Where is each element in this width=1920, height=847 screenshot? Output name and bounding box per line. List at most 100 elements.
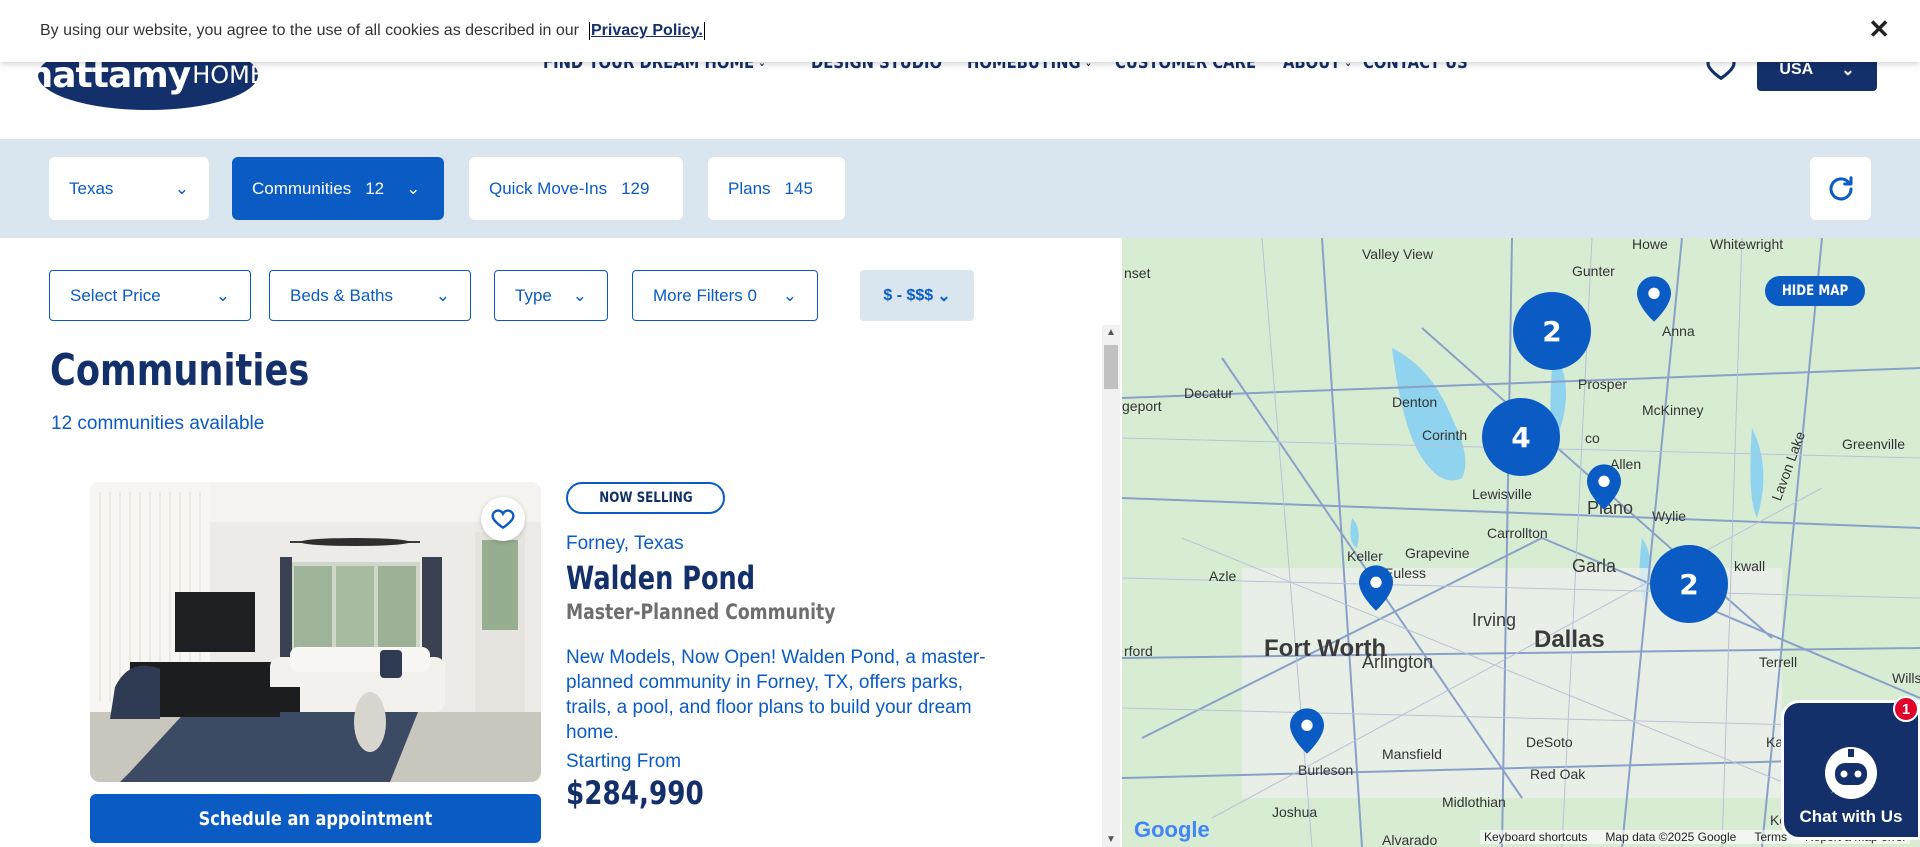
beds-baths-select[interactable]: Beds & Baths ⌄ (269, 270, 471, 321)
map-label: Prosper (1578, 376, 1628, 392)
results-count: 12 communities available (51, 413, 265, 434)
cookie-text: By using our website, you agree to the u… (40, 22, 579, 39)
map-label: Mansfield (1382, 746, 1442, 762)
map-label: geport (1122, 398, 1162, 414)
tab-communities[interactable]: Communities 12 ⌄ (232, 157, 444, 220)
page-title: Communities (50, 345, 310, 396)
community-photo[interactable] (90, 482, 541, 782)
scrollbar-thumb[interactable] (1104, 345, 1118, 389)
chat-widget-button[interactable]: Chat with Us (1781, 700, 1920, 840)
community-description: New Models, Now Open! Walden Pond, a mas… (566, 647, 986, 743)
map-label: Grapevine (1405, 545, 1470, 561)
chevron-down-icon: ⌄ (782, 285, 797, 305)
map-label: co (1585, 430, 1600, 446)
logo-sub-text: HOMES (192, 61, 281, 89)
price-range-toggle[interactable]: $ - $$$ ⌄ (860, 270, 974, 321)
map-label: Greenville (1842, 436, 1906, 452)
map-label: McKinney (1642, 402, 1704, 418)
chat-label: Chat with Us (1799, 807, 1903, 826)
chevron-down-icon: ⌄ (572, 285, 587, 305)
map-label: Carrollton (1487, 525, 1548, 541)
map-label: Midlothian (1442, 794, 1506, 810)
heart-icon (491, 509, 515, 530)
map-label: nset (1124, 265, 1151, 281)
map-label: Gunter (1572, 263, 1615, 279)
hide-map-label: HIDE MAP (1781, 283, 1849, 299)
map-label: Wylie (1652, 508, 1687, 524)
map-label: Howe (1632, 238, 1668, 252)
scroll-down-arrow-icon[interactable]: ▼ (1106, 834, 1116, 845)
map-label: Joshua (1272, 804, 1318, 820)
map-pin-icon[interactable] (1290, 708, 1324, 754)
community-type: Master-Planned Community (566, 600, 836, 624)
chevron-down-icon: ⌄ (435, 285, 450, 305)
tab-count: 145 (784, 178, 813, 198)
map-label: Anna (1662, 323, 1695, 339)
map-label: Dallas (1534, 626, 1605, 653)
map-data-attribution: Map data ©2025 Google (1605, 830, 1737, 844)
terms-link[interactable]: Terms (1754, 830, 1787, 844)
price-select[interactable]: Select Price ⌄ (49, 270, 251, 321)
hide-map-button[interactable]: HIDE MAP (1765, 276, 1865, 306)
google-logo: Google (1134, 817, 1210, 842)
map-label: Lewisville (1472, 486, 1532, 502)
schedule-label: Schedule an appointment (198, 807, 433, 830)
map-label: Burleson (1298, 762, 1354, 778)
keyboard-shortcuts-link[interactable]: Keyboard shortcuts (1484, 830, 1587, 844)
price-range-label: $ - $$$ (883, 286, 934, 304)
status-badge: NOW SELLING (566, 482, 725, 514)
tab-count: 129 (621, 178, 650, 198)
scroll-up-arrow-icon[interactable]: ▲ (1106, 327, 1116, 338)
list-scrollbar[interactable]: ▲ ▼ (1102, 325, 1120, 847)
state-label: Texas (69, 178, 114, 198)
reset-filters-button[interactable] (1810, 157, 1871, 220)
map-label: Keller (1347, 548, 1383, 564)
map-cluster[interactable]: 2 (1513, 292, 1591, 370)
chevron-down-icon: ⌄ (406, 178, 421, 198)
map-label: Garla (1572, 556, 1617, 576)
community-name[interactable]: Walden Pond (566, 559, 755, 597)
tab-quick-move-ins[interactable]: Quick Move-Ins 129 (469, 157, 683, 220)
tab-label: Communities (252, 178, 352, 198)
tab-label: Quick Move-Ins (489, 178, 608, 198)
notification-count: 1 (1901, 700, 1911, 718)
map-pin-icon[interactable] (1587, 464, 1621, 510)
type-label: Type (515, 285, 552, 305)
map-label: Whitewright (1710, 238, 1784, 252)
cluster-count: 4 (1511, 420, 1531, 454)
chevron-down-icon: ⌄ (215, 285, 230, 305)
tab-label: Plans (728, 178, 771, 198)
state-select[interactable]: Texas ⌄ (49, 157, 209, 220)
price-select-label: Select Price (70, 285, 161, 305)
starting-from-label: Starting From (566, 751, 682, 772)
privacy-policy-link[interactable]: Privacy Policy. (588, 22, 705, 40)
schedule-appointment-button[interactable]: Schedule an appointment (90, 794, 541, 843)
status-badge-label: NOW SELLING (598, 490, 693, 506)
map-label: Wills (1892, 670, 1920, 686)
community-location: Forney, Texas (566, 533, 684, 554)
more-filters-label: More Filters 0 (653, 285, 757, 305)
map-label: Azle (1209, 568, 1237, 584)
chevron-down-icon: ⌄ (174, 178, 189, 198)
map-label: Terrell (1759, 654, 1798, 670)
map-label: Decatur (1184, 385, 1234, 401)
more-filters-select[interactable]: More Filters 0 ⌄ (632, 270, 818, 321)
type-select[interactable]: Type ⌄ (494, 270, 608, 321)
favorite-heart-button[interactable] (481, 497, 525, 541)
map-cluster[interactable]: 2 (1650, 545, 1728, 623)
page: mattamy HOMES FIND YOUR DREAM HOME ⌄ DESI… (0, 0, 1920, 847)
chatbot-icon (1825, 747, 1877, 799)
map-label: DeSoto (1526, 734, 1573, 750)
refresh-icon (1829, 175, 1852, 200)
close-icon[interactable]: ✕ (1868, 14, 1890, 45)
map-pin-icon[interactable] (1637, 276, 1671, 322)
map-label: Irving (1472, 610, 1517, 630)
tab-plans[interactable]: Plans 145 (708, 157, 845, 220)
map-label: Denton (1392, 394, 1438, 410)
map-pin-icon[interactable] (1359, 565, 1393, 611)
map-cluster[interactable]: 4 (1482, 398, 1560, 476)
map-label: Arlington (1362, 652, 1434, 672)
cluster-count: 2 (1542, 314, 1562, 348)
map-label: Red Oak (1530, 766, 1586, 782)
beds-baths-label: Beds & Baths (290, 285, 394, 305)
